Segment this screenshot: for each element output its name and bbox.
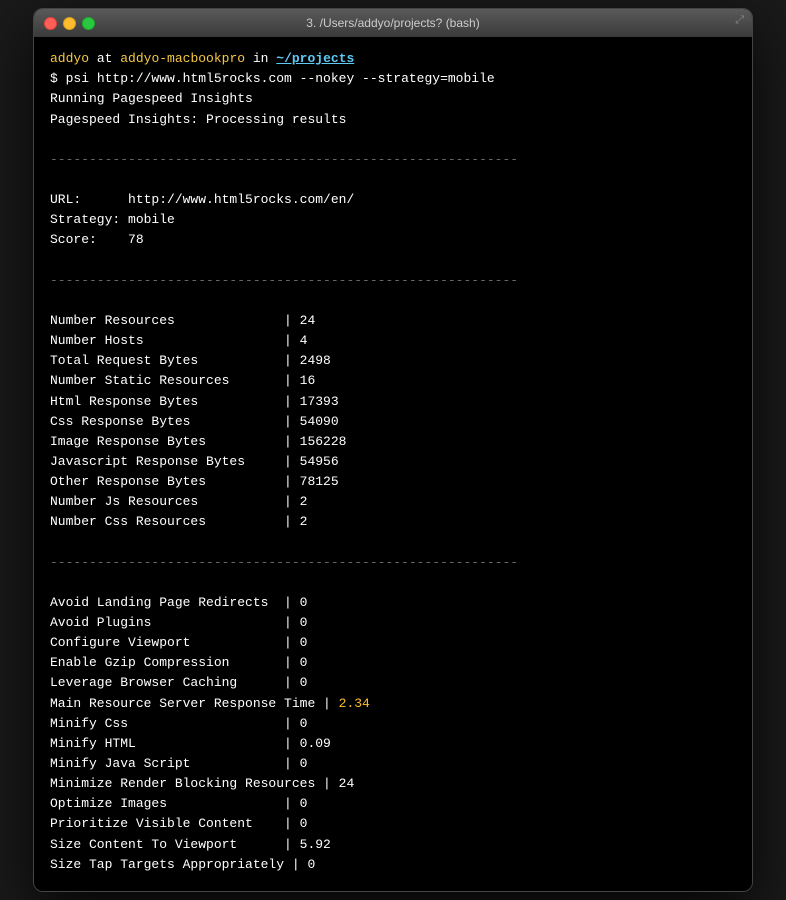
blank-6 xyxy=(50,573,736,593)
score-line: Score: 78 xyxy=(50,230,736,250)
separator-2: ----------------------------------------… xyxy=(50,271,736,291)
blank-2 xyxy=(50,170,736,190)
blank-3 xyxy=(50,251,736,271)
data-prioritize-visible: Prioritize Visible Content | 0 xyxy=(50,814,736,834)
data-leverage-browser: Leverage Browser Caching | 0 xyxy=(50,673,736,693)
separator-1: ----------------------------------------… xyxy=(50,150,736,170)
data-avoid-plugins: Avoid Plugins | 0 xyxy=(50,613,736,633)
command-text: psi http://www.html5rocks.com --nokey --… xyxy=(66,71,495,86)
strategy-line: Strategy: mobile xyxy=(50,210,736,230)
minimize-button[interactable] xyxy=(63,17,76,30)
resize-icon: ⤢ xyxy=(735,15,744,27)
data-number-static-resources: Number Static Resources | 16 xyxy=(50,371,736,391)
close-button[interactable] xyxy=(44,17,57,30)
traffic-lights[interactable] xyxy=(44,17,95,30)
data-main-resource: Main Resource Server Response Time | 2.3… xyxy=(50,694,736,714)
data-html-response-bytes: Html Response Bytes | 17393 xyxy=(50,392,736,412)
data-minify-css: Minify Css | 0 xyxy=(50,714,736,734)
data-other-response-bytes: Other Response Bytes | 78125 xyxy=(50,472,736,492)
data-number-css-resources: Number Css Resources | 2 xyxy=(50,512,736,532)
data-number-resources: Number Resources | 24 xyxy=(50,311,736,331)
prompt-dir: ~/projects xyxy=(276,51,354,66)
highlight-value: 2.34 xyxy=(339,696,370,711)
data-number-js-resources: Number Js Resources | 2 xyxy=(50,492,736,512)
data-configure-viewport: Configure Viewport | 0 xyxy=(50,633,736,653)
data-total-request-bytes: Total Request Bytes | 2498 xyxy=(50,351,736,371)
terminal-window: 3. /Users/addyo/projects? (bash) ⤢ addyo… xyxy=(33,8,753,892)
command-line: $ psi http://www.html5rocks.com --nokey … xyxy=(50,69,736,89)
blank-5 xyxy=(50,532,736,552)
data-minimize-render: Minimize Render Blocking Resources | 24 xyxy=(50,774,736,794)
blank-1 xyxy=(50,130,736,150)
data-enable-gzip: Enable Gzip Compression | 0 xyxy=(50,653,736,673)
output-line-1: Running Pagespeed Insights xyxy=(50,89,736,109)
titlebar: 3. /Users/addyo/projects? (bash) ⤢ xyxy=(34,9,752,37)
data-number-hosts: Number Hosts | 4 xyxy=(50,331,736,351)
data-javascript-response-bytes: Javascript Response Bytes | 54956 xyxy=(50,452,736,472)
url-line: URL: http://www.html5rocks.com/en/ xyxy=(50,190,736,210)
data-size-tap: Size Tap Targets Appropriately | 0 xyxy=(50,855,736,875)
data-minify-html: Minify HTML | 0.09 xyxy=(50,734,736,754)
prompt-host: addyo-macbookpro xyxy=(120,51,245,66)
blank-4 xyxy=(50,291,736,311)
data-image-response-bytes: Image Response Bytes | 156228 xyxy=(50,432,736,452)
data-optimize-images: Optimize Images | 0 xyxy=(50,794,736,814)
window-title: 3. /Users/addyo/projects? (bash) xyxy=(306,16,479,30)
maximize-button[interactable] xyxy=(82,17,95,30)
prompt-user: addyo xyxy=(50,51,89,66)
data-minify-js: Minify Java Script | 0 xyxy=(50,754,736,774)
terminal-body[interactable]: addyo at addyo-macbookpro in ~/projects … xyxy=(34,37,752,891)
output-line-2: Pagespeed Insights: Processing results xyxy=(50,110,736,130)
prompt-line: addyo at addyo-macbookpro in ~/projects xyxy=(50,49,736,69)
separator-3: ----------------------------------------… xyxy=(50,553,736,573)
data-avoid-landing: Avoid Landing Page Redirects | 0 xyxy=(50,593,736,613)
data-size-content: Size Content To Viewport | 5.92 xyxy=(50,835,736,855)
data-css-response-bytes: Css Response Bytes | 54090 xyxy=(50,412,736,432)
